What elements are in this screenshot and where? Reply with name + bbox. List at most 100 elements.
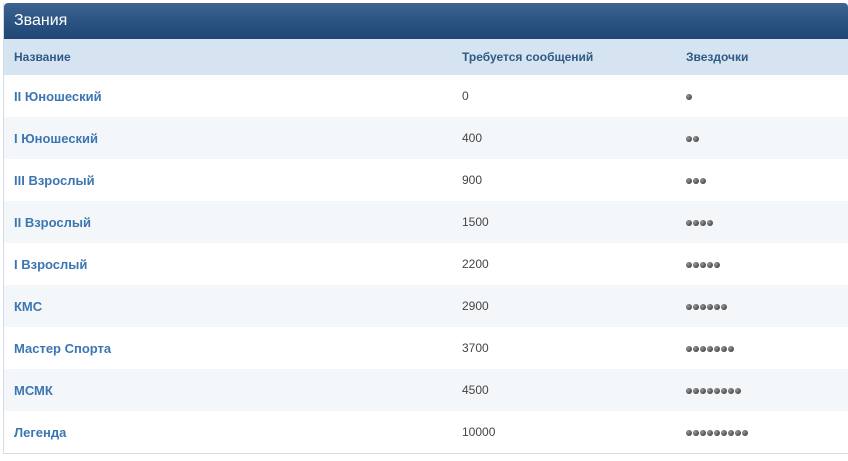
rank-stars-cell [676,243,848,285]
star-dot-icon [700,220,706,226]
star-dot-icon [686,136,692,142]
table-row: Легенда 10000 [4,411,848,453]
rank-name-link[interactable]: III Взрослый [14,173,95,188]
rank-name-link[interactable]: I Взрослый [14,257,87,272]
rank-messages-cell: 3700 [462,341,489,355]
star-dot-icon [714,346,720,352]
star-dot-icon [721,346,727,352]
star-dot-icon [700,262,706,268]
star-dot-icon [686,346,692,352]
rank-name-link[interactable]: I Юношеский [14,131,98,146]
star-dot-icon [735,430,741,436]
rank-name-cell: МСМК [4,369,452,411]
star-dot-icon [700,430,706,436]
star-dot-icon [693,304,699,310]
column-header-name: Название [14,50,71,64]
star-dot-icon [686,304,692,310]
star-dot-icon [721,430,727,436]
rank-stars [686,216,714,226]
star-dot-icon [686,430,692,436]
rank-stars [686,258,721,268]
ranks-panel: Звания Название Требуется сообщений Звез… [3,3,848,454]
star-dot-icon [686,94,692,100]
rank-messages-cell: 1500 [462,215,489,229]
panel-title: Звания [4,3,848,39]
column-header-messages: Требуется сообщений [462,50,594,64]
rank-messages-cell: 0 [462,89,469,103]
star-dot-icon [714,304,720,310]
star-dot-icon [700,178,706,184]
rank-messages-cell: 2200 [462,257,489,271]
star-dot-icon [700,388,706,394]
column-header-stars: Звездочки [686,50,749,64]
table-row: I Юношеский 400 [4,117,848,159]
table-row: II Юношеский 0 [4,75,848,117]
rank-name-link[interactable]: КМС [14,299,42,314]
rank-stars-cell [676,285,848,327]
rank-stars [686,90,693,100]
star-dot-icon [707,346,713,352]
star-dot-icon [693,178,699,184]
star-dot-icon [693,430,699,436]
rank-name-link[interactable]: Мастер Спорта [14,341,111,356]
rank-stars-cell [676,369,848,411]
rank-stars-cell [676,411,848,453]
rank-messages-cell: 10000 [462,425,496,439]
star-dot-icon [742,430,748,436]
star-dot-icon [714,262,720,268]
star-dot-icon [700,304,706,310]
rank-name-link[interactable]: МСМК [14,383,53,398]
rank-stars-cell [676,201,848,243]
rank-name-cell: II Юношеский [4,75,452,117]
table-row: III Взрослый 900 [4,159,848,201]
rank-name-cell: Легенда [4,411,452,453]
star-dot-icon [707,430,713,436]
star-dot-icon [693,346,699,352]
rank-stars-cell [676,117,848,159]
star-dot-icon [707,220,713,226]
table-row: КМС 2900 [4,285,848,327]
rank-name-cell: II Взрослый [4,201,452,243]
rank-messages-cell: 2900 [462,299,489,313]
ranks-table: Название Требуется сообщений Звездочки I… [4,39,848,453]
ranks-table-body: II Юношеский 0 I Юношеский 400 III Взрослый 9… [4,75,848,453]
star-dot-icon [686,388,692,394]
rank-name-cell: КМС [4,285,452,327]
star-dot-icon [707,304,713,310]
star-dot-icon [707,388,713,394]
rank-name-link[interactable]: II Взрослый [14,215,91,230]
rank-name-cell: I Юношеский [4,117,452,159]
star-dot-icon [728,388,734,394]
star-dot-icon [693,136,699,142]
rank-messages-cell: 4500 [462,383,489,397]
rank-stars-cell [676,327,848,369]
table-row: МСМК 4500 [4,369,848,411]
star-dot-icon [693,388,699,394]
rank-name-cell: Мастер Спорта [4,327,452,369]
star-dot-icon [735,388,741,394]
star-dot-icon [728,346,734,352]
star-dot-icon [686,262,692,268]
table-header-row: Название Требуется сообщений Звездочки [4,39,848,75]
rank-messages-cell: 900 [462,173,483,187]
star-dot-icon [693,262,699,268]
rank-name-link[interactable]: Легенда [14,425,66,440]
star-dot-icon [721,388,727,394]
star-dot-icon [714,430,720,436]
rank-name-link[interactable]: II Юношеский [14,89,102,104]
star-dot-icon [714,388,720,394]
rank-stars [686,384,742,394]
rank-stars [686,132,700,142]
rank-stars [686,342,735,352]
table-row: I Взрослый 2200 [4,243,848,285]
rank-name-cell: III Взрослый [4,159,452,201]
rank-stars [686,174,707,184]
table-row: II Взрослый 1500 [4,201,848,243]
rank-messages-cell: 400 [462,131,483,145]
rank-stars [686,300,728,310]
table-row: Мастер Спорта 3700 [4,327,848,369]
rank-stars-cell [676,75,848,117]
star-dot-icon [721,304,727,310]
star-dot-icon [707,262,713,268]
star-dot-icon [686,220,692,226]
